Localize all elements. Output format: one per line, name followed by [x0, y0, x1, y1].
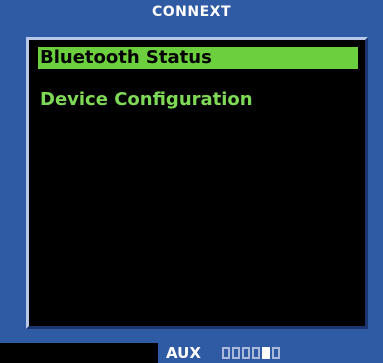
page-indicator-box [252, 347, 260, 359]
menu-item-bluetooth-status[interactable]: Bluetooth Status [38, 47, 358, 69]
page-indicator-box [222, 347, 230, 359]
page-group-label: AUX [166, 344, 201, 362]
page-indicator-box [272, 347, 280, 359]
page-indicator-box-active [262, 347, 270, 359]
page-indicator-box [242, 347, 250, 359]
page-indicator-box [232, 347, 240, 359]
unit-screen: CONNEXT Bluetooth Status Device Configur… [0, 0, 383, 343]
menu-panel: Bluetooth Status Device Configuration [26, 37, 368, 329]
page-title: CONNEXT [151, 4, 232, 20]
menu-item-device-configuration[interactable]: Device Configuration [38, 89, 253, 111]
